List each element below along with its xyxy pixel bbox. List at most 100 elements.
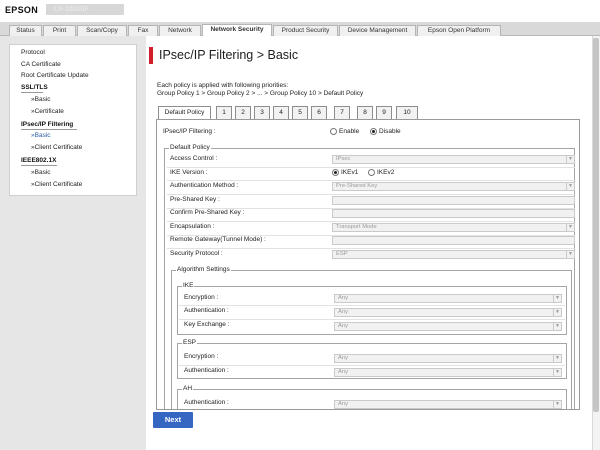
sidebar-item-ipsec-client-certificate[interactable]: »Client Certificate <box>31 144 82 151</box>
priority-order: Group Policy 1 > Group Policy 2 > ... > … <box>157 90 364 97</box>
ike-version-label: IKE Version : <box>170 169 208 176</box>
row-divider <box>179 305 565 306</box>
tab-scan-copy[interactable]: Scan/Copy <box>77 25 127 36</box>
chevron-down-icon: ▼ <box>553 295 561 302</box>
main-nav: Status Print Scan/Copy Fax Network Netwo… <box>0 22 600 36</box>
sidebar-item-ipsec-basic[interactable]: »Basic <box>31 132 51 139</box>
policy-tab-8[interactable]: 8 <box>357 106 373 119</box>
pre-shared-key-label: Pre-Shared Key : <box>170 196 220 203</box>
tab-epson-open-platform[interactable]: Epson Open Platform <box>417 25 501 36</box>
encapsulation-label: Encapsulation : <box>170 223 215 230</box>
remote-gateway-input[interactable] <box>332 236 575 245</box>
chevron-down-icon: ▼ <box>553 369 561 376</box>
tab-print[interactable]: Print <box>43 25 76 36</box>
auth-method-label: Authentication Method : <box>170 182 239 189</box>
esp-legend: ESP <box>182 339 198 346</box>
chevron-down-icon: ▼ <box>566 156 574 163</box>
algorithm-settings-legend: Algorithm Settings <box>176 266 231 273</box>
remote-gateway-label: Remote Gateway(Tunnel Mode) : <box>170 236 266 243</box>
default-policy-legend: Default Policy <box>169 144 211 151</box>
sidebar-heading-ipsec[interactable]: IPsec/IP Filtering <box>21 121 73 128</box>
ikev2-radio[interactable] <box>368 169 375 176</box>
policy-tab-4[interactable]: 4 <box>273 106 289 119</box>
next-button[interactable]: Next <box>153 412 193 428</box>
ike-authentication-label: Authentication : <box>184 307 229 314</box>
row-divider <box>167 221 575 222</box>
ikev1-label: IKEv1 <box>341 169 359 176</box>
row-divider <box>179 365 565 366</box>
sidebar: Protocol CA Certificate Root Certificate… <box>9 44 137 196</box>
security-protocol-select[interactable]: ESP ▼ <box>332 250 575 259</box>
enable-radio[interactable] <box>330 128 337 135</box>
security-protocol-label: Security Protocol : <box>170 250 223 257</box>
policy-tab-2[interactable]: 2 <box>235 106 251 119</box>
tab-device-management[interactable]: Device Management <box>339 25 416 36</box>
chevron-down-icon: ▼ <box>553 355 561 362</box>
chevron-down-icon: ▼ <box>566 251 574 258</box>
divider <box>21 165 57 166</box>
sidebar-item-ssl-certificate[interactable]: »Certificate <box>31 108 64 115</box>
policy-tab-6[interactable]: 6 <box>311 106 327 119</box>
policy-tab-1[interactable]: 1 <box>216 106 232 119</box>
scrollbar-thumb[interactable] <box>593 38 599 412</box>
row-divider <box>179 319 565 320</box>
confirm-key-input[interactable] <box>332 209 575 218</box>
row-divider <box>167 180 575 181</box>
tab-network[interactable]: Network <box>159 25 201 36</box>
model-name: LX-10000F <box>46 4 124 15</box>
chevron-down-icon: ▼ <box>566 183 574 190</box>
esp-encryption-label: Encryption : <box>184 353 219 360</box>
divider <box>21 129 77 130</box>
chevron-down-icon: ▼ <box>553 401 561 408</box>
chevron-down-icon: ▼ <box>553 323 561 330</box>
ikev2-label: IKEv2 <box>377 169 395 176</box>
policy-tab-5[interactable]: 5 <box>292 106 308 119</box>
policy-panel: IPsec/IP Filtering : Enable Disable Defa… <box>156 119 580 410</box>
sidebar-item-ca-certificate[interactable]: CA Certificate <box>21 61 61 68</box>
ah-authentication-select[interactable]: Any ▼ <box>334 400 562 409</box>
policy-tab-3[interactable]: 3 <box>254 106 270 119</box>
tab-status[interactable]: Status <box>9 25 42 36</box>
encapsulation-select[interactable]: Transport Mode ▼ <box>332 223 575 232</box>
tab-fax[interactable]: Fax <box>128 25 158 36</box>
sidebar-item-ieee-basic[interactable]: »Basic <box>31 169 51 176</box>
ikev1-radio[interactable] <box>332 169 339 176</box>
filtering-label: IPsec/IP Filtering : <box>163 128 216 135</box>
policy-tab-7[interactable]: 7 <box>334 106 350 119</box>
policy-tab-9[interactable]: 9 <box>376 106 392 119</box>
access-control-label: Access Control : <box>170 155 218 162</box>
policy-tab-10[interactable]: 10 <box>396 106 418 119</box>
policy-tab-default[interactable]: Default Policy <box>158 106 211 120</box>
sidebar-item-root-certificate-update[interactable]: Root Certificate Update <box>21 72 89 79</box>
tab-product-security[interactable]: Product Security <box>273 25 338 36</box>
disable-radio[interactable] <box>370 128 377 135</box>
auth-method-select[interactable]: Pre-Shared Key ▼ <box>332 182 575 191</box>
ike-legend: IKE <box>182 282 195 289</box>
priority-description: Each policy is applied with following pr… <box>157 82 289 89</box>
chevron-down-icon: ▼ <box>566 224 574 231</box>
row-divider <box>167 167 575 168</box>
ike-authentication-select[interactable]: Any ▼ <box>334 308 562 317</box>
page-title: IPsec/IP Filtering > Basic <box>159 48 299 62</box>
access-control-select[interactable]: IPsec ▼ <box>332 155 575 164</box>
pre-shared-key-input[interactable] <box>332 196 575 205</box>
ike-key-exchange-label: Key Exchange : <box>184 321 230 328</box>
sidebar-item-ieee-client-certificate[interactable]: »Client Certificate <box>31 181 82 188</box>
sidebar-heading-ieee8021x[interactable]: IEEE802.1X <box>21 157 56 164</box>
sidebar-item-ssl-basic[interactable]: »Basic <box>31 96 51 103</box>
sidebar-heading-ssl-tls[interactable]: SSL/TLS <box>21 84 48 91</box>
confirm-key-label: Confirm Pre-Shared Key : <box>170 209 245 216</box>
sidebar-item-protocol[interactable]: Protocol <box>21 49 45 56</box>
esp-authentication-label: Authentication : <box>184 367 229 374</box>
ike-encryption-select[interactable]: Any ▼ <box>334 294 562 303</box>
ike-key-exchange-select[interactable]: Any ▼ <box>334 322 562 331</box>
esp-encryption-select[interactable]: Any ▼ <box>334 354 562 363</box>
divider <box>21 92 43 93</box>
brand-logo: EPSON <box>5 5 39 15</box>
ah-legend: AH <box>182 385 194 392</box>
ike-encryption-label: Encryption : <box>184 294 219 301</box>
esp-authentication-select[interactable]: Any ▼ <box>334 368 562 377</box>
chevron-down-icon: ▼ <box>553 309 561 316</box>
tab-network-security[interactable]: Network Security <box>202 24 272 36</box>
row-divider <box>167 194 575 195</box>
